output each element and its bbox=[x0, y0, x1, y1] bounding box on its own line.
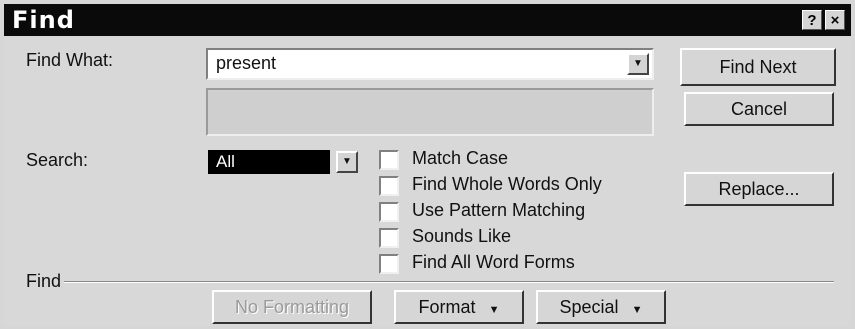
chevron-down-icon: ▼ bbox=[488, 304, 500, 316]
search-label: Search: bbox=[26, 150, 89, 170]
search-select[interactable]: All bbox=[208, 150, 330, 174]
find-what-history-area bbox=[206, 88, 654, 136]
cancel-button[interactable]: Cancel bbox=[684, 92, 834, 126]
chevron-down-icon: ▼ bbox=[631, 304, 643, 316]
help-icon[interactable]: ? bbox=[802, 10, 822, 30]
sounds-like-label[interactable]: Sounds Like bbox=[412, 226, 511, 247]
no-formatting-button[interactable]: No Formatting bbox=[212, 290, 372, 324]
format-button[interactable]: Format ▼ bbox=[394, 290, 524, 324]
pattern-matching-label[interactable]: Use Pattern Matching bbox=[412, 200, 585, 221]
special-label: Special bbox=[559, 297, 619, 317]
close-icon[interactable]: × bbox=[825, 10, 845, 30]
find-dialog: Find What: present ▼ Search: All ▼ Match… bbox=[4, 36, 851, 326]
format-label: Format bbox=[418, 297, 476, 317]
special-button[interactable]: Special ▼ bbox=[536, 290, 666, 324]
match-case-label[interactable]: Match Case bbox=[412, 148, 508, 169]
find-next-button[interactable]: Find Next bbox=[680, 48, 836, 86]
word-forms-checkbox[interactable] bbox=[379, 254, 399, 274]
sounds-like-checkbox[interactable] bbox=[379, 228, 399, 248]
search-select-value: All bbox=[216, 152, 235, 171]
chevron-down-icon[interactable]: ▼ bbox=[627, 53, 649, 75]
title-bar: Find ? × bbox=[4, 4, 851, 36]
chevron-down-icon[interactable]: ▼ bbox=[336, 151, 358, 173]
match-case-checkbox[interactable] bbox=[379, 150, 399, 170]
find-section-label: Find bbox=[26, 271, 62, 291]
section-divider bbox=[64, 281, 834, 283]
whole-words-label[interactable]: Find Whole Words Only bbox=[412, 174, 602, 195]
pattern-matching-checkbox[interactable] bbox=[379, 202, 399, 222]
word-forms-label[interactable]: Find All Word Forms bbox=[412, 252, 575, 273]
whole-words-checkbox[interactable] bbox=[379, 176, 399, 196]
find-what-value: present bbox=[216, 53, 277, 73]
window-title: Find bbox=[12, 6, 75, 34]
find-what-label: Find What: bbox=[26, 50, 114, 70]
replace-button[interactable]: Replace... bbox=[684, 172, 834, 206]
find-what-input[interactable]: present bbox=[206, 48, 654, 80]
